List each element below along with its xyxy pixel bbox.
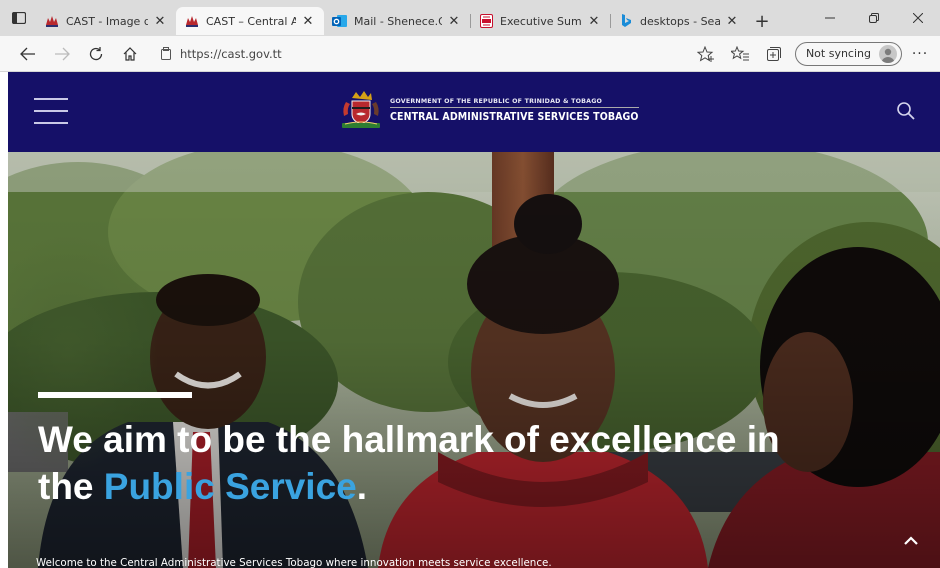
browser-tab[interactable]: Mail - Shenece.Gord ✕: [324, 7, 470, 35]
search-icon[interactable]: [896, 101, 916, 121]
bing-icon: [618, 13, 634, 29]
close-tab-icon[interactable]: ✕: [300, 13, 316, 29]
cast-crest-icon: [44, 13, 60, 29]
address-url[interactable]: https://cast.gov.tt: [180, 47, 282, 61]
avatar: [879, 44, 897, 63]
scroll-to-top-button[interactable]: [896, 526, 926, 556]
browser-tab[interactable]: CAST - Image details ✕: [36, 7, 176, 35]
cast-crest-icon: [184, 13, 200, 29]
back-icon[interactable]: [12, 38, 44, 70]
home-icon[interactable]: [114, 38, 146, 70]
add-favorite-icon[interactable]: [689, 39, 723, 69]
hero-section: We aim to be the hallmark of excellence …: [8, 152, 940, 568]
headline-end: .: [356, 466, 368, 507]
hero-headline: We aim to be the hallmark of excellence …: [38, 416, 798, 510]
profile-sync-button[interactable]: Not syncing: [794, 41, 902, 66]
collections-icon[interactable]: [757, 39, 791, 69]
tab-title: desktops - Search: [640, 14, 720, 28]
site-logo[interactable]: GOVERNMENT OF THE REPUBLIC OF TRINIDAD &…: [338, 90, 639, 130]
outlook-icon: [332, 13, 348, 29]
toolbar-right: Not syncing ···: [689, 39, 940, 69]
tab-title: CAST - Image details: [66, 14, 148, 28]
browser-tab-strip: CAST - Image details ✕ CAST – Central Ad…: [0, 0, 940, 36]
tab-actions-icon[interactable]: [8, 7, 30, 29]
browser-tab-active[interactable]: CAST – Central Admi ✕: [176, 7, 324, 35]
tab-title: CAST – Central Admi: [206, 14, 296, 28]
hero-divider: [38, 392, 192, 398]
close-tab-icon[interactable]: ✕: [446, 13, 462, 29]
menu-icon[interactable]: [34, 98, 68, 124]
pdf-icon: [478, 13, 494, 29]
browser-toolbar: https://cast.gov.tt Not syncing ···: [0, 36, 940, 72]
browser-tab[interactable]: Executive Summary_ ✕: [470, 7, 610, 35]
page-info-icon[interactable]: [160, 46, 172, 61]
chevron-up-icon: [904, 536, 918, 545]
close-tab-icon[interactable]: ✕: [586, 13, 602, 29]
forward-icon[interactable]: [46, 38, 78, 70]
new-tab-button[interactable]: +: [748, 7, 776, 35]
favorites-icon[interactable]: [723, 39, 757, 69]
address-bar[interactable]: https://cast.gov.tt: [154, 40, 674, 68]
close-tab-icon[interactable]: ✕: [724, 13, 740, 29]
sync-status-label: Not syncing: [805, 47, 871, 60]
site-header: GOVERNMENT OF THE REPUBLIC OF TRINIDAD &…: [8, 72, 940, 152]
more-options-icon[interactable]: ···: [908, 40, 932, 68]
window-controls: [808, 0, 940, 36]
close-tab-icon[interactable]: ✕: [152, 13, 168, 29]
site-name: CENTRAL ADMINISTRATIVE SERVICES TOBAGO: [390, 110, 639, 123]
government-line: GOVERNMENT OF THE REPUBLIC OF TRINIDAD &…: [390, 98, 639, 108]
browser-tab[interactable]: desktops - Search ✕: [610, 7, 748, 35]
brand-text: GOVERNMENT OF THE REPUBLIC OF TRINIDAD &…: [390, 98, 639, 123]
headline-accent: Public Service: [103, 466, 357, 507]
minimize-icon[interactable]: [808, 0, 852, 36]
close-window-icon[interactable]: [896, 0, 940, 36]
refresh-icon[interactable]: [80, 38, 112, 70]
coat-of-arms-icon: [342, 91, 380, 128]
restore-icon[interactable]: [852, 0, 896, 36]
tab-title: Mail - Shenece.Gord: [354, 14, 442, 28]
hero-subtext: Welcome to the Central Administrative Se…: [36, 557, 552, 568]
tab-title: Executive Summary_: [500, 14, 582, 28]
